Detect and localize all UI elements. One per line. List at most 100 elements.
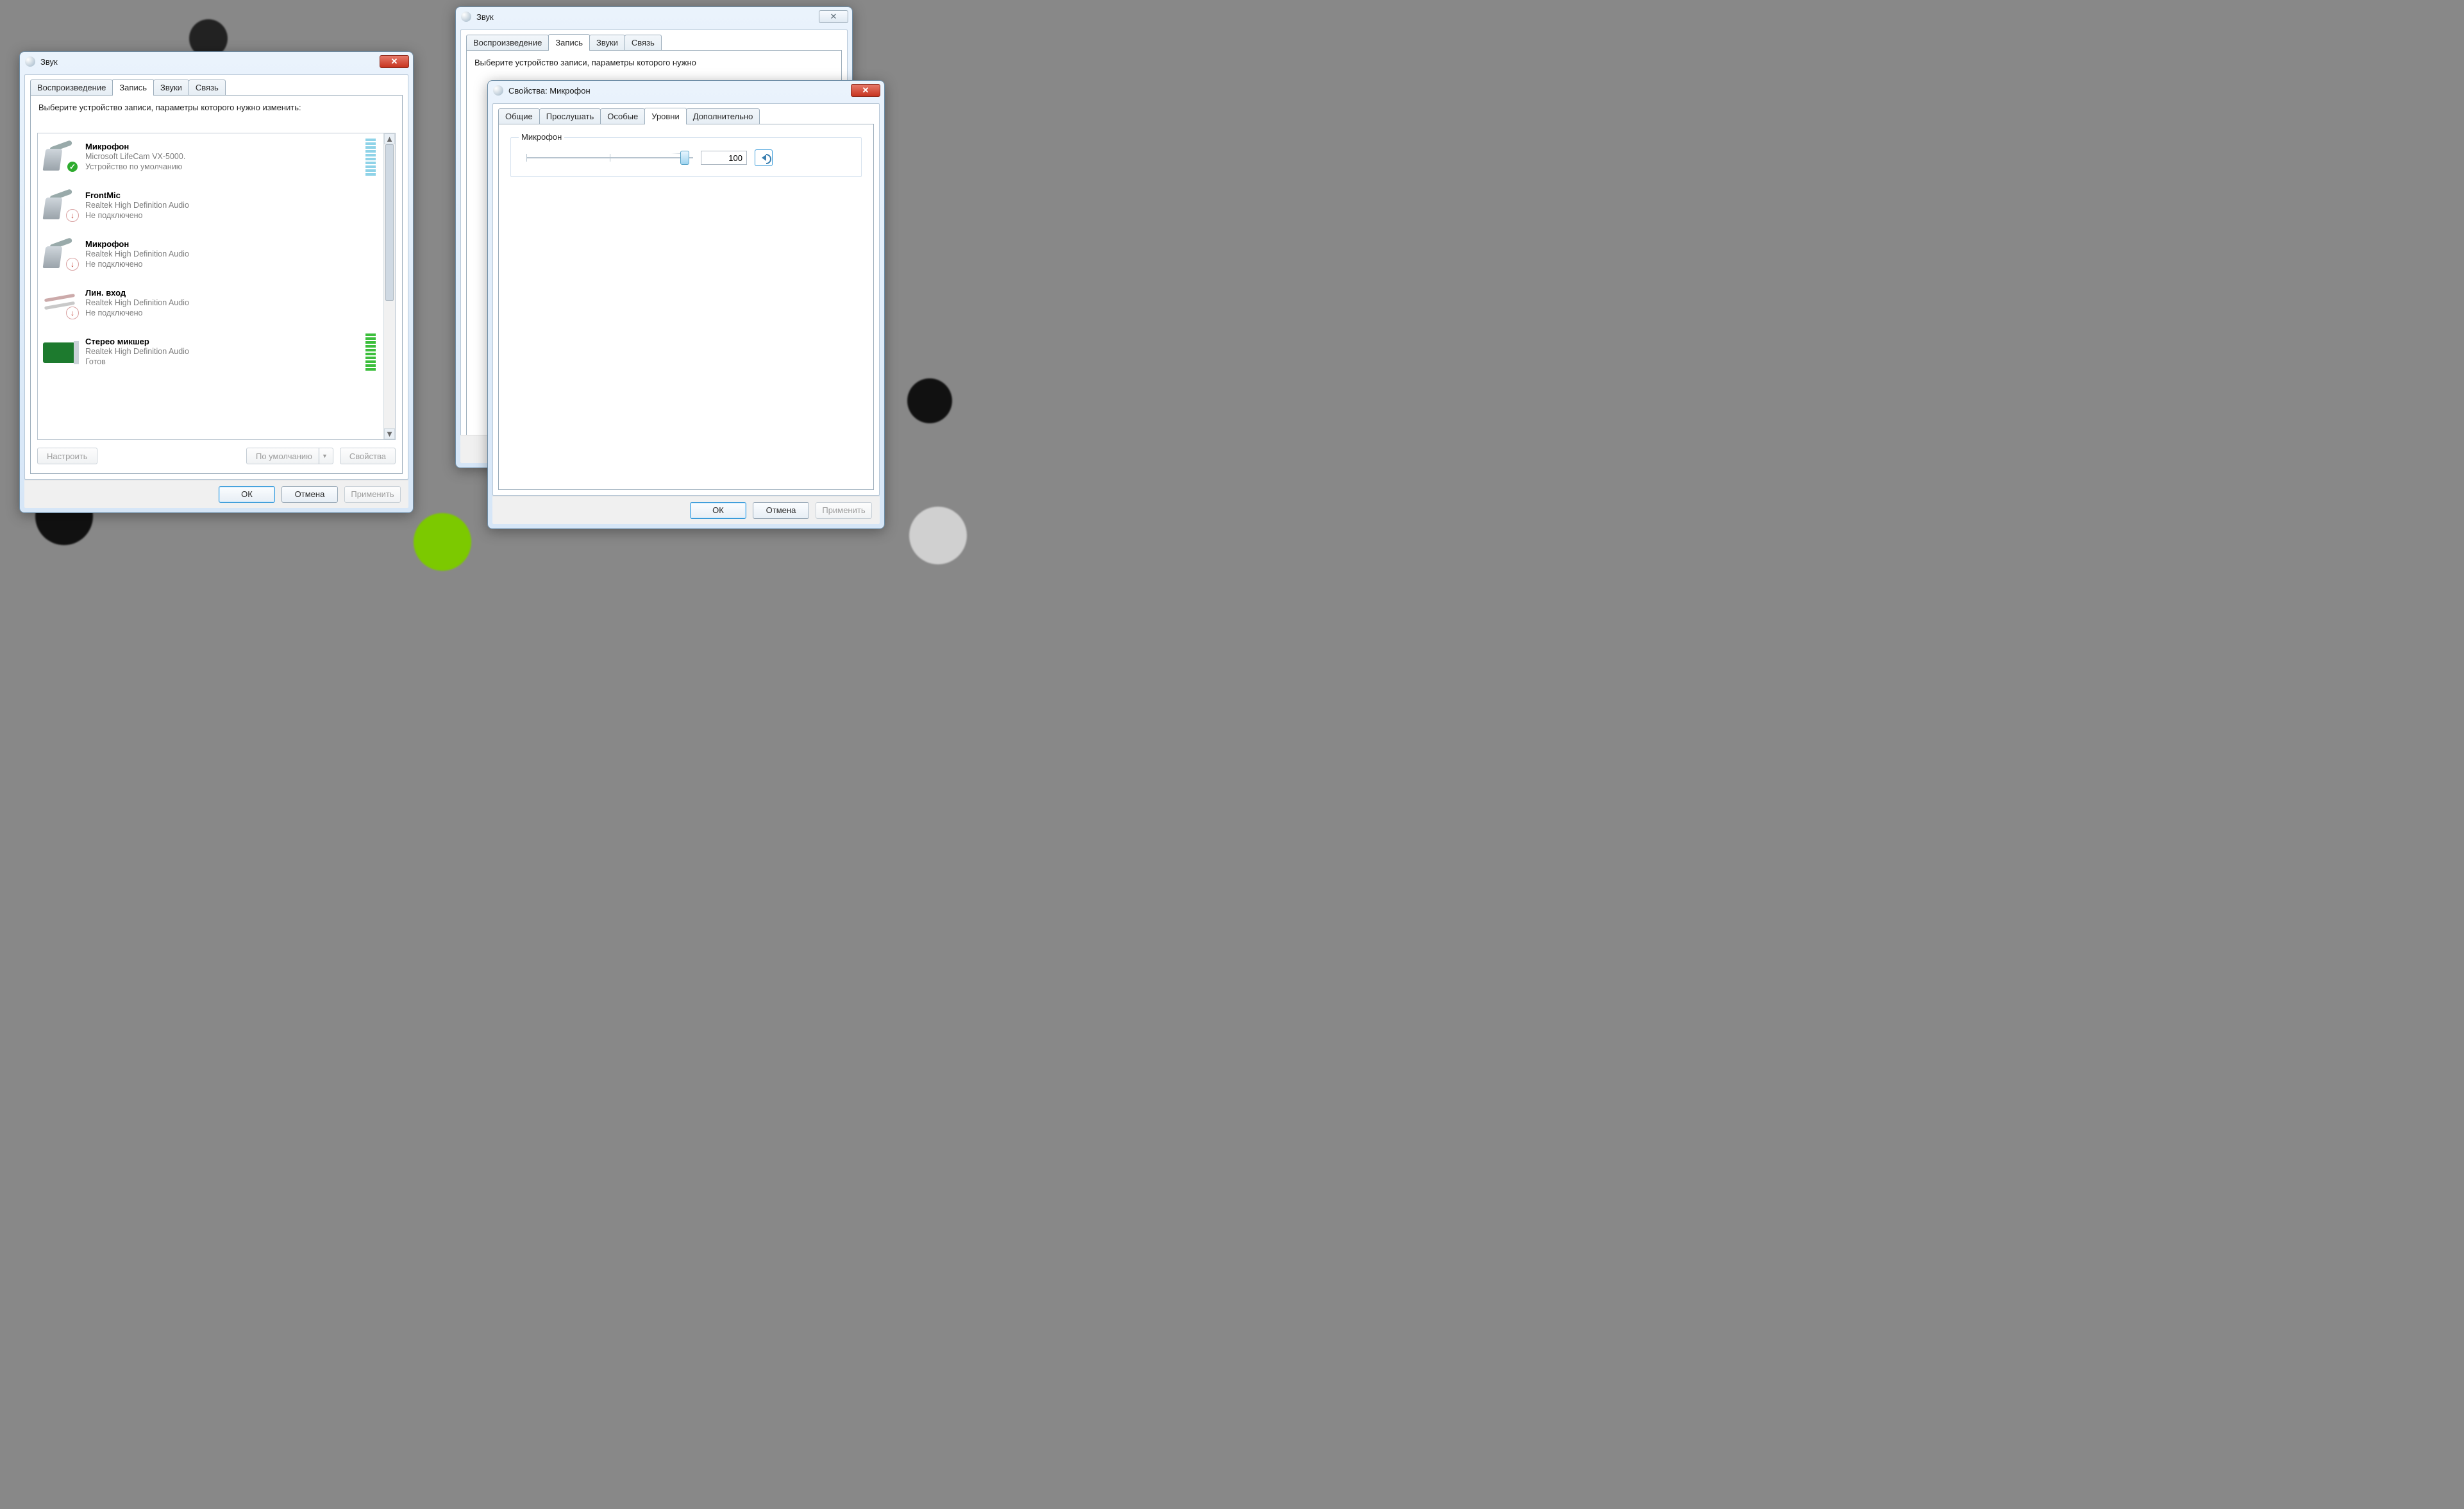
device-text: Стерео микшерRealtek High Definition Aud… <box>85 337 359 367</box>
microphone-level-value[interactable] <box>701 151 747 165</box>
scroll-down-button[interactable]: ▼ <box>384 428 395 439</box>
instructions-text: Выберите устройство записи, параметры ко… <box>467 51 841 74</box>
microphone-icon <box>42 190 79 222</box>
close-button[interactable]: ✕ <box>380 55 409 68</box>
device-name: Микрофон <box>85 239 359 249</box>
device-status: Не подключено <box>85 211 359 221</box>
unplugged-badge-icon <box>66 307 79 319</box>
device-driver: Realtek High Definition Audio <box>85 298 359 308</box>
close-icon: ✕ <box>830 12 837 22</box>
device-name: Стерео микшер <box>85 337 359 346</box>
apply-button[interactable]: Применить <box>344 486 401 503</box>
microphone-level-group: Микрофон <box>510 137 862 177</box>
chevron-down-icon: ▼ <box>385 429 394 439</box>
titlebar[interactable]: Звук ✕ <box>20 52 413 71</box>
window-title: Звук <box>40 57 58 67</box>
level-meter <box>365 236 376 273</box>
scroll-up-button[interactable]: ▲ <box>384 133 395 144</box>
window-title: Свойства: Микрофон <box>508 86 591 96</box>
microphone-level-slider[interactable] <box>526 149 693 166</box>
device-status: Устройство по умолчанию <box>85 162 359 173</box>
sound-icon <box>461 12 471 22</box>
configure-button[interactable]: Настроить <box>37 448 97 464</box>
tab-panel-recording: Выберите устройство записи, параметры ко… <box>30 95 403 474</box>
set-default-caret[interactable]: ▼ <box>319 448 330 464</box>
client-area: Воспроизведение Запись Звуки Связь Выбер… <box>24 74 408 480</box>
device-row[interactable]: ✓ МикрофонMicrosoft LifeCam VX-5000.Устро… <box>38 133 383 182</box>
sound-icon <box>25 56 35 67</box>
device-driver: Realtek High Definition Audio <box>85 249 359 260</box>
close-button[interactable]: ✕ <box>819 10 848 23</box>
device-row[interactable]: FrontMicRealtek High Definition AudioНе … <box>38 182 383 231</box>
tab-communications[interactable]: Связь <box>189 80 226 96</box>
ok-button[interactable]: ОК <box>690 502 746 519</box>
group-legend: Микрофон <box>519 132 564 142</box>
sound-card-icon <box>42 336 79 368</box>
mute-button[interactable] <box>755 149 773 166</box>
scrollbar[interactable]: ▲ ▼ <box>383 133 395 439</box>
speaker-icon <box>762 155 766 161</box>
scroll-track[interactable] <box>384 144 395 428</box>
panel-buttons: Настроить По умолчанию ▼ Свойства <box>37 445 396 467</box>
titlebar[interactable]: Звук ✕ <box>456 7 852 26</box>
device-text: Лин. входRealtek High Definition AudioНе… <box>85 288 359 318</box>
set-default-button[interactable]: По умолчанию ▼ <box>246 448 333 464</box>
tab-listen[interactable]: Прослушать <box>539 108 601 125</box>
microphone-icon: ✓ <box>42 141 79 173</box>
dialog-buttons: ОК Отмена Применить <box>24 480 408 508</box>
tab-playback[interactable]: Воспроизведение <box>466 35 549 51</box>
tab-strip: Воспроизведение Запись Звуки Связь <box>25 75 408 96</box>
titlebar[interactable]: Свойства: Микрофон ✕ <box>488 81 884 100</box>
tab-sounds[interactable]: Звуки <box>589 35 625 51</box>
slider-thumb[interactable] <box>680 151 689 165</box>
tab-strip: Воспроизведение Запись Звуки Связь <box>461 30 847 51</box>
apply-button[interactable]: Применить <box>816 502 872 519</box>
default-badge-icon: ✓ <box>66 160 79 173</box>
level-meter <box>365 333 376 371</box>
dialog-buttons: ОК Отмена Применить <box>492 496 880 524</box>
device-list: ✓МикрофонMicrosoft LifeCam VX-5000.Устро… <box>37 133 396 440</box>
device-driver: Realtek High Definition Audio <box>85 201 359 211</box>
device-status: Не подключено <box>85 260 359 270</box>
device-row[interactable]: Стерео микшерRealtek High Definition Aud… <box>38 328 383 377</box>
level-row <box>521 149 851 166</box>
device-row[interactable]: Лин. входRealtek High Definition AudioНе… <box>38 280 383 328</box>
window-title: Звук <box>476 12 494 22</box>
device-list-inner[interactable]: ✓МикрофонMicrosoft LifeCam VX-5000.Устро… <box>38 133 383 439</box>
chevron-up-icon: ▲ <box>385 134 394 144</box>
tab-recording[interactable]: Запись <box>112 79 154 96</box>
tab-custom[interactable]: Особые <box>600 108 645 125</box>
tab-strip: Общие Прослушать Особые Уровни Дополните… <box>493 104 879 124</box>
ok-button[interactable]: ОК <box>219 486 275 503</box>
close-icon: ✕ <box>391 56 398 67</box>
tab-recording[interactable]: Запись <box>548 34 590 51</box>
tab-levels[interactable]: Уровни <box>644 108 686 124</box>
tab-communications[interactable]: Связь <box>624 35 662 51</box>
microphone-icon <box>493 85 503 96</box>
unplugged-badge-icon <box>66 209 79 222</box>
tab-advanced[interactable]: Дополнительно <box>686 108 760 125</box>
level-meter <box>365 139 376 176</box>
device-name: Микрофон <box>85 142 359 151</box>
chevron-down-icon: ▼ <box>322 453 328 459</box>
device-row[interactable]: МикрофонRealtek High Definition AudioНе … <box>38 231 383 280</box>
level-meter <box>365 285 376 322</box>
close-icon: ✕ <box>862 85 869 96</box>
device-driver: Microsoft LifeCam VX-5000. <box>85 152 359 162</box>
tab-general[interactable]: Общие <box>498 108 540 125</box>
sound-dialog-left: Звук ✕ Воспроизведение Запись Звуки Связ… <box>19 51 414 513</box>
line-in-icon <box>42 287 79 319</box>
device-status: Готов <box>85 357 359 367</box>
scroll-thumb[interactable] <box>385 144 394 301</box>
close-button[interactable]: ✕ <box>851 84 880 97</box>
cancel-button[interactable]: Отмена <box>281 486 338 503</box>
microphone-icon <box>42 239 79 271</box>
client-area: Общие Прослушать Особые Уровни Дополните… <box>492 103 880 496</box>
tab-sounds[interactable]: Звуки <box>153 80 189 96</box>
tab-playback[interactable]: Воспроизведение <box>30 80 113 96</box>
properties-button[interactable]: Свойства <box>340 448 396 464</box>
device-text: МикрофонRealtek High Definition AudioНе … <box>85 239 359 269</box>
level-meter <box>365 187 376 224</box>
device-name: Лин. вход <box>85 288 359 298</box>
cancel-button[interactable]: Отмена <box>753 502 809 519</box>
